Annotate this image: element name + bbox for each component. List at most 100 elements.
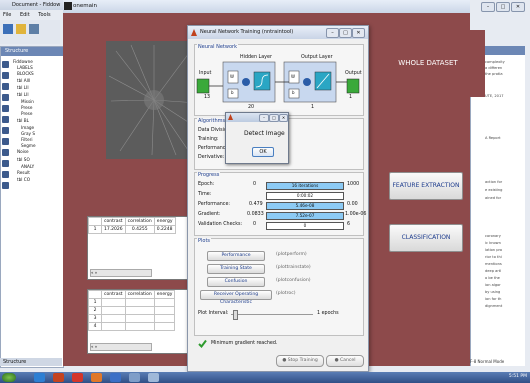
sidebar-tool-icon[interactable] — [2, 160, 9, 167]
performance-plot-button[interactable]: Performance — [207, 251, 265, 261]
group-header: Progress — [197, 172, 221, 178]
sidebar-tool-icon[interactable] — [2, 116, 9, 123]
table-cell[interactable] — [124, 322, 155, 331]
feature-extraction-button[interactable]: FEATURE EXTRACTION — [389, 172, 463, 200]
tree-item[interactable]: LABELS — [17, 65, 33, 70]
tree-item[interactable]: Missin — [21, 99, 34, 104]
minimize-button[interactable]: – — [326, 28, 339, 38]
tree-item[interactable]: Fiddowne — [13, 59, 33, 64]
minimize-button[interactable]: – — [481, 2, 495, 12]
app-icon[interactable] — [129, 373, 140, 382]
text-snippet: action for — [485, 180, 503, 184]
column-header-correlation[interactable]: correlation — [124, 290, 155, 299]
tree-item[interactable]: Noise — [17, 149, 29, 154]
table-cell[interactable] — [153, 314, 176, 323]
table-cell[interactable] — [101, 322, 126, 331]
sidebar-tool-icon[interactable] — [2, 182, 9, 189]
cancel-button[interactable]: ● Cancel — [326, 355, 364, 367]
toolbar-open-icon[interactable] — [16, 24, 26, 34]
windows-taskbar: 5:51 PM — [0, 372, 530, 383]
table-cell[interactable] — [124, 306, 155, 315]
app-icon[interactable] — [91, 373, 102, 382]
sidebar-tool-icon[interactable] — [2, 127, 9, 134]
plot-interval-slider[interactable] — [233, 310, 238, 320]
table-cell[interactable]: 0.4255 — [124, 225, 155, 234]
menu-tools[interactable]: Tools — [38, 12, 50, 18]
tree-item[interactable]: Gray S — [21, 131, 35, 136]
tree-item[interactable]: Segme — [21, 143, 36, 148]
stop-training-button[interactable]: ● Stop Training — [276, 355, 324, 367]
tree-item[interactable]: Prese — [21, 105, 32, 110]
table-cell[interactable] — [153, 306, 176, 315]
table-cell[interactable] — [153, 322, 176, 331]
app-icon[interactable] — [148, 373, 159, 382]
toolbar-save-icon[interactable] — [29, 24, 39, 34]
sidebar-tool-icon[interactable] — [2, 94, 9, 101]
tree-item[interactable]: tbl SO — [17, 157, 30, 162]
text-snippet: ained for — [485, 196, 502, 200]
column-header-energy[interactable]: energy — [153, 290, 176, 299]
close-button[interactable]: ✕ — [511, 2, 525, 12]
dialog-minimize-button[interactable]: – — [259, 114, 269, 122]
pdf-reader-icon[interactable] — [72, 373, 83, 382]
browser-icon[interactable] — [34, 373, 45, 382]
horizontal-scrollbar[interactable]: « » — [90, 269, 152, 277]
column-header-contrast[interactable]: contrast — [101, 290, 126, 299]
dialog-close-button[interactable]: ✕ — [279, 114, 288, 122]
structure-footer[interactable]: Structure — [0, 358, 62, 366]
text-snippet: rior to thi — [485, 255, 502, 259]
dialog-maximize-button[interactable]: □ — [269, 114, 279, 122]
table-cell[interactable] — [101, 314, 126, 323]
table-row[interactable]: 1 — [88, 298, 176, 307]
table-row[interactable]: 4 — [88, 322, 176, 331]
table-cell[interactable]: 0.2248 — [153, 225, 176, 234]
classification-button[interactable]: CLASSIFICATION — [389, 224, 463, 252]
tree-item[interactable]: Image — [21, 125, 34, 130]
tree-item[interactable]: Prese — [21, 111, 32, 116]
confusion-plot-button[interactable]: Confusion — [207, 277, 265, 287]
sidebar-tool-icon[interactable] — [2, 149, 9, 156]
tree-item[interactable]: tbl LII — [17, 85, 29, 90]
matlab-icon — [228, 114, 233, 120]
table-cell[interactable] — [101, 306, 126, 315]
table-cell[interactable] — [124, 314, 155, 323]
sidebar-tool-icon[interactable] — [2, 138, 9, 145]
sidebar-tool-icon[interactable] — [2, 105, 9, 112]
menu-file[interactable]: File — [3, 12, 11, 18]
close-button[interactable]: ✕ — [352, 28, 365, 38]
tree-item[interactable]: tbl CO — [17, 177, 30, 182]
tree-item[interactable]: BLOCKS — [17, 71, 34, 76]
dialog-ok-button[interactable]: OK — [252, 147, 274, 157]
tree-item[interactable]: tbl BL — [17, 118, 29, 123]
matlab-taskbar-icon[interactable] — [53, 373, 64, 382]
toolbar-new-icon[interactable] — [3, 24, 13, 34]
tree-item[interactable]: tbl LII — [17, 92, 29, 97]
tree-item[interactable]: Filteri — [21, 137, 33, 142]
table-row[interactable]: 2 — [88, 306, 176, 315]
roc-plot-button[interactable]: Receiver Operating Characteristic — [200, 290, 272, 305]
table-row[interactable]: 3 — [88, 314, 176, 323]
column-header-contrast[interactable]: contrast — [101, 217, 126, 226]
table-cell[interactable] — [101, 298, 126, 307]
tree-item[interactable]: tbl Alll — [17, 78, 30, 83]
table-row[interactable]: 1 17.2026 0.4255 0.2248 — [88, 225, 176, 234]
sidebar-tool-icon[interactable] — [2, 72, 9, 79]
word-icon[interactable] — [110, 373, 121, 382]
maximize-button[interactable]: □ — [339, 28, 352, 38]
table-cell[interactable] — [124, 298, 155, 307]
table-cell[interactable]: 17.2026 — [101, 225, 126, 234]
tree-item[interactable]: ANALY — [21, 164, 34, 169]
tree-item[interactable]: Result — [17, 170, 30, 175]
sidebar-tool-icon[interactable] — [2, 171, 9, 178]
start-button-icon[interactable] — [2, 373, 16, 382]
training-state-plot-button[interactable]: Training State — [207, 264, 265, 274]
stop-training-label: Stop Training — [287, 358, 318, 363]
table-cell[interactable] — [153, 298, 176, 307]
sidebar-tool-icon[interactable] — [2, 61, 9, 68]
column-header-correlation[interactable]: correlation — [124, 217, 155, 226]
sidebar-tool-icon[interactable] — [2, 83, 9, 90]
horizontal-scrollbar[interactable]: « » — [90, 343, 152, 351]
column-header-energy[interactable]: energy — [153, 217, 176, 226]
menu-edit[interactable]: Edit — [20, 12, 30, 18]
maximize-button[interactable]: □ — [496, 2, 510, 12]
